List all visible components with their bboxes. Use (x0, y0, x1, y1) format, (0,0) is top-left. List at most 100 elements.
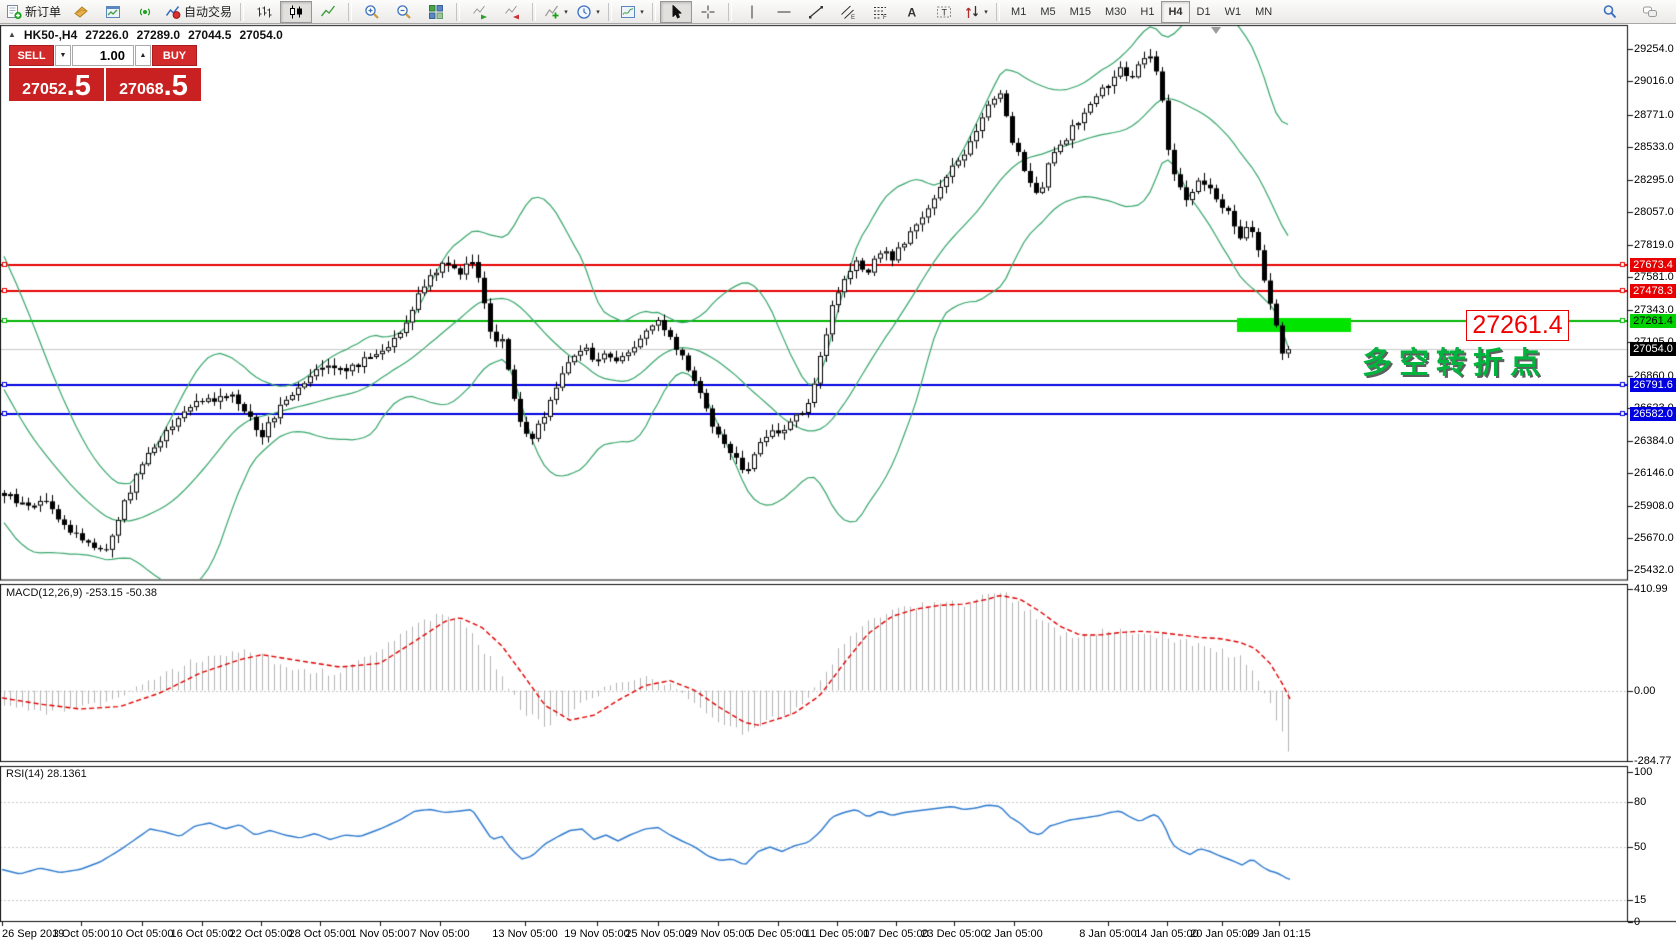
hline-icon (776, 4, 792, 20)
bars-icon (256, 4, 272, 20)
fibonacci-button[interactable]: F (864, 1, 896, 23)
buy-price[interactable]: 27068.5 (106, 68, 201, 101)
fibo-icon: F (872, 4, 888, 20)
svg-text:F: F (883, 15, 887, 20)
autotrade-button-label: 自动交易 (184, 3, 232, 20)
toolbar-separator (652, 3, 656, 21)
indicators-button[interactable]: ▾ (540, 1, 572, 23)
signal-icon (137, 4, 153, 20)
candles-icon (288, 4, 304, 20)
timeframe-m5-button[interactable]: M5 (1033, 1, 1062, 23)
vline-icon (744, 4, 760, 20)
ohlc-high: 27289.0 (137, 28, 180, 42)
timeframe-w1-button[interactable]: W1 (1218, 1, 1249, 23)
chat-icon[interactable] (1634, 1, 1666, 23)
hline-button[interactable] (768, 1, 800, 23)
timeframe-m30-button[interactable]: M30 (1098, 1, 1133, 23)
zoom-in-button[interactable] (356, 1, 388, 23)
svg-text:T: T (942, 7, 948, 17)
new-chart-button[interactable]: ▾ (616, 1, 648, 23)
zoomout-icon (396, 4, 412, 20)
volume-input[interactable] (72, 45, 134, 66)
chevron-down-icon: ▾ (596, 8, 600, 16)
timeframe-m1-button[interactable]: M1 (1004, 1, 1033, 23)
price-chart-canvas[interactable] (0, 0, 1676, 945)
new-order-button[interactable]: 新订单 (2, 1, 65, 23)
sell-button[interactable]: SELL (9, 45, 54, 66)
collapse-icon[interactable]: ▲ (8, 28, 16, 42)
toolbar-separator (348, 3, 352, 21)
market-watch-button[interactable] (97, 1, 129, 23)
trendline-button[interactable] (800, 1, 832, 23)
chevron-down-icon: ▾ (564, 8, 568, 16)
autotrade-button[interactable]: 自动交易 (161, 1, 236, 23)
shapes-button[interactable]: ▾ (960, 1, 992, 23)
vline-button[interactable] (736, 1, 768, 23)
timeframe-m15-button[interactable]: M15 (1063, 1, 1098, 23)
indicators-icon (544, 4, 560, 20)
chart-title: ▲ HK50-,H4 27226.0 27289.0 27044.5 27054… (8, 28, 283, 42)
symbol-period-label: HK50-,H4 (24, 28, 77, 42)
tile-windows-button[interactable] (420, 1, 452, 23)
svg-text:A: A (908, 5, 917, 19)
auto-scroll-button[interactable] (464, 1, 496, 23)
quotes-button[interactable] (65, 1, 97, 23)
zoomin-icon (364, 4, 380, 20)
sell-price-big: .5 (67, 75, 91, 98)
turning-point-annotation[interactable]: 多空转折点 (1362, 338, 1547, 382)
zoom-out-button[interactable] (388, 1, 420, 23)
rsi-indicator-label: RSI(14) 28.1361 (6, 768, 87, 780)
line-chart-button[interactable] (312, 1, 344, 23)
search-icon[interactable] (1594, 1, 1626, 23)
timeframe-h4-button[interactable]: H4 (1161, 1, 1189, 23)
chartshift-icon (504, 4, 520, 20)
text-icon: A (904, 4, 920, 20)
cursor-button[interactable] (660, 1, 692, 23)
channel-button[interactable]: E (832, 1, 864, 23)
channel-icon: E (840, 4, 856, 20)
chart-shift-marker[interactable] (1211, 27, 1221, 34)
price-axis[interactable] (1628, 24, 1676, 922)
window-toolbar-right (1594, 1, 1676, 23)
toolbar-separator (608, 3, 612, 21)
search-icon (1602, 4, 1618, 20)
sell-price-main: 27052 (22, 82, 67, 98)
cursor-icon (668, 4, 684, 20)
crosshair-icon (700, 4, 716, 20)
chevron-down-icon: ▾ (984, 8, 988, 16)
shapes-icon (964, 4, 980, 20)
sell-price[interactable]: 27052.5 (9, 68, 104, 101)
candle-chart-button[interactable] (280, 1, 312, 23)
signals-button[interactable] (129, 1, 161, 23)
macd-indicator-label: MACD(12,26,9) -253.15 -50.38 (6, 587, 157, 599)
crosshair-button[interactable] (692, 1, 724, 23)
timeframe-h1-button[interactable]: H1 (1133, 1, 1161, 23)
autotrade-icon (165, 4, 181, 20)
price-callout-text: 27261.4 (1472, 311, 1562, 340)
volume-up-icon: ▲ (140, 52, 147, 59)
toolbar-separator (996, 3, 1000, 21)
main-toolbar: 新订单 自动交易 ▾ ▾ ▾ E F A T ▾ M1M5M15M30H1H4D1W1MN (0, 0, 1676, 24)
text-label-button[interactable]: T (928, 1, 960, 23)
chart-shift-button[interactable] (496, 1, 528, 23)
volume-down-icon: ▼ (60, 52, 67, 59)
time-axis[interactable] (0, 922, 1676, 945)
linechart-icon (320, 4, 336, 20)
volume-down-button[interactable]: ▼ (55, 45, 71, 66)
window-icon (105, 4, 121, 20)
chat-icon (1642, 4, 1658, 20)
toolbar-separator (456, 3, 460, 21)
timeframe-d1-button[interactable]: D1 (1190, 1, 1218, 23)
textlabel-icon: T (936, 4, 952, 20)
new-order-button-label: 新订单 (25, 3, 61, 20)
price-callout-box[interactable]: 27261.4 (1466, 310, 1569, 341)
bar-chart-button[interactable] (248, 1, 280, 23)
mt4-window: 新订单 自动交易 ▾ ▾ ▾ E F A T ▾ M1M5M15M30H1H4D1W1MN ▲ HK… (0, 0, 1676, 945)
gold-icon (73, 4, 89, 20)
timeframe-mn-button[interactable]: MN (1248, 1, 1279, 23)
buy-button[interactable]: BUY (152, 45, 197, 66)
text-button[interactable]: A (896, 1, 928, 23)
periods-button[interactable]: ▾ (572, 1, 604, 23)
toolbar-separator (240, 3, 244, 21)
volume-up-button[interactable]: ▲ (135, 45, 151, 66)
